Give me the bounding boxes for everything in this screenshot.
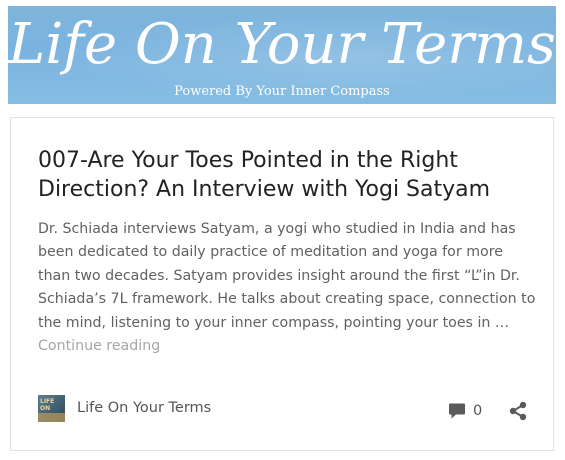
comment-icon (449, 403, 465, 419)
avatar[interactable]: LIFE ON (38, 395, 65, 422)
post-card: 007-Are Your Toes Pointed in the Right D… (10, 117, 554, 451)
post-title[interactable]: 007-Are Your Toes Pointed in the Right D… (38, 146, 538, 204)
avatar-text: LIFE ON (40, 398, 55, 412)
site-title: Life On Your Terms (8, 12, 556, 77)
site-header-banner[interactable]: Life On Your Terms Powered By Your Inner… (8, 6, 556, 104)
post-meta: LIFE ON Life On Your Terms 0 (38, 395, 528, 423)
comment-count: 0 (473, 403, 483, 419)
share-icon[interactable] (509, 401, 527, 421)
post-excerpt-text: Dr. Schiada interviews Satyam, a yogi wh… (38, 221, 536, 331)
post-excerpt: Dr. Schiada interviews Satyam, a yogi wh… (38, 218, 538, 358)
site-tagline: Powered By Your Inner Compass (174, 84, 390, 99)
continue-reading-link[interactable]: Continue reading (38, 338, 160, 354)
comments-link[interactable]: 0 (448, 402, 482, 420)
author-link[interactable]: Life On Your Terms (77, 399, 211, 417)
